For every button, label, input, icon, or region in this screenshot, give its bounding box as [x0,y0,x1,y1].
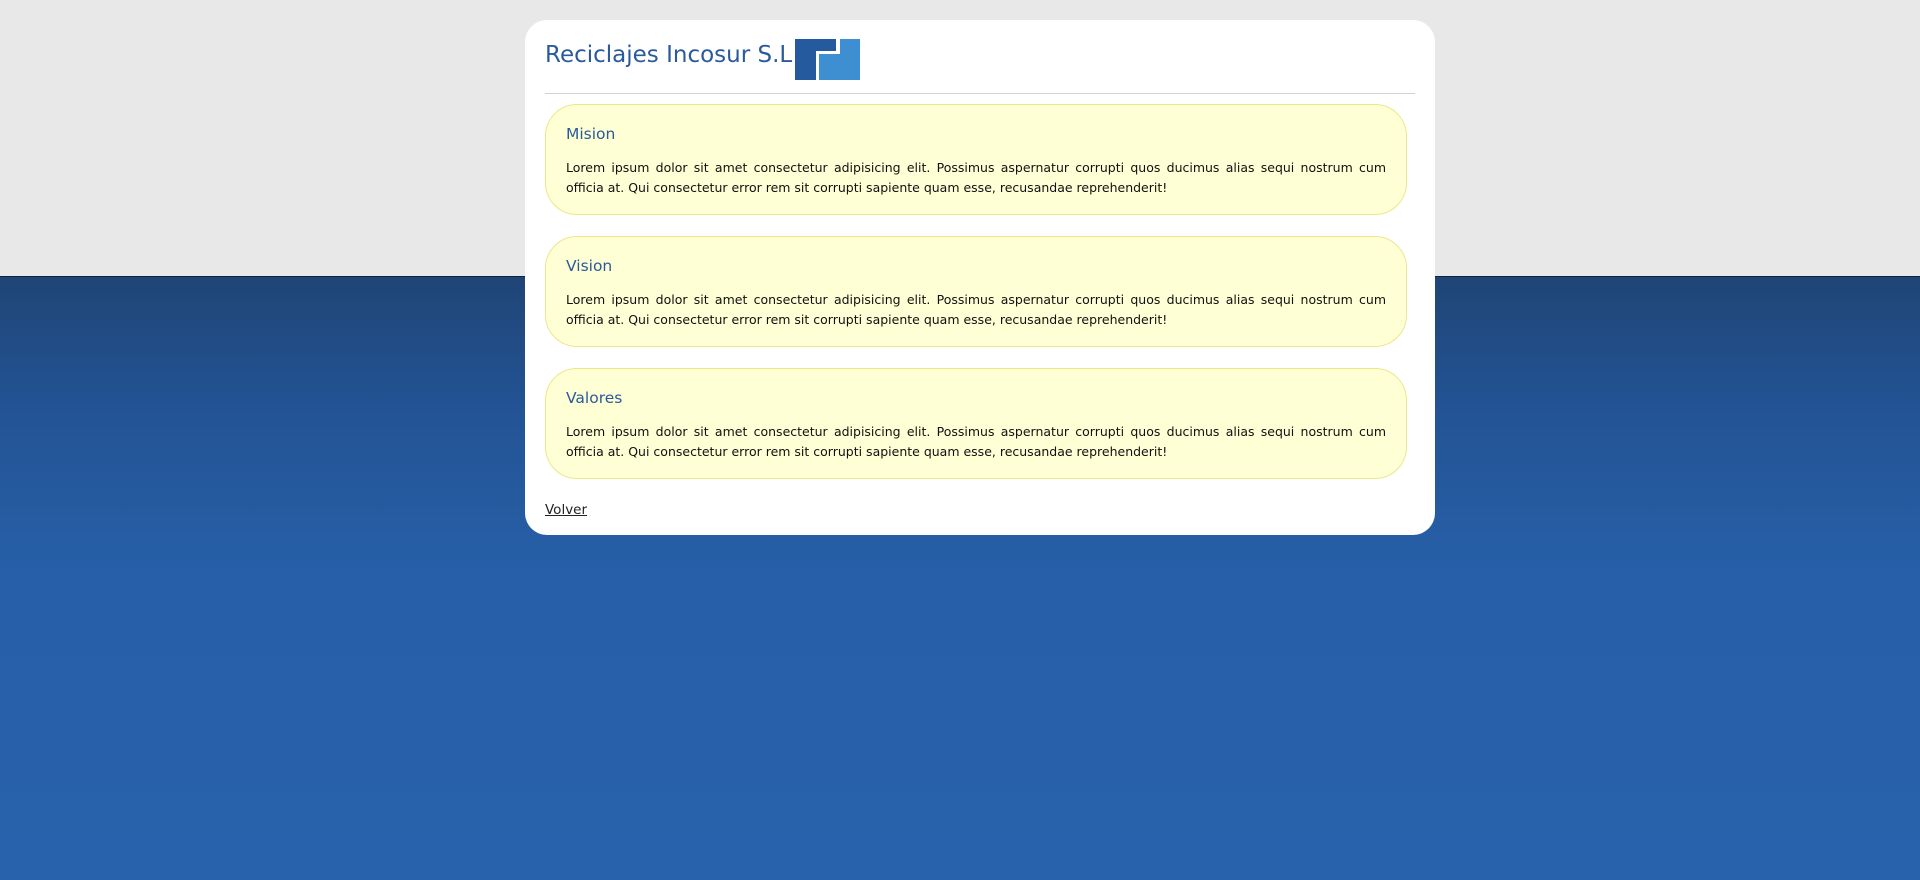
section-title: Vision [566,257,613,275]
section-text: Lorem ipsum dolor sit amet consectetur a… [566,291,1386,327]
section-mision: Mision Lorem ipsum dolor sit amet consec… [545,104,1407,215]
site-header: Reciclajes Incosur S.L [545,20,1415,94]
main-card: Reciclajes Incosur S.L Mision Lorem ipsu… [525,20,1435,535]
section-title: Mision [566,125,616,143]
section-valores: Valores Lorem ipsum dolor sit amet conse… [545,368,1407,479]
back-link[interactable]: Volver [545,502,587,518]
section-text: Lorem ipsum dolor sit amet consectetur a… [566,159,1386,195]
company-logo-icon [795,39,860,80]
site-title: Reciclajes Incosur S.L [545,42,793,68]
section-vision: Vision Lorem ipsum dolor sit amet consec… [545,236,1407,347]
section-text: Lorem ipsum dolor sit amet consectetur a… [566,423,1386,459]
section-title: Valores [566,389,623,407]
